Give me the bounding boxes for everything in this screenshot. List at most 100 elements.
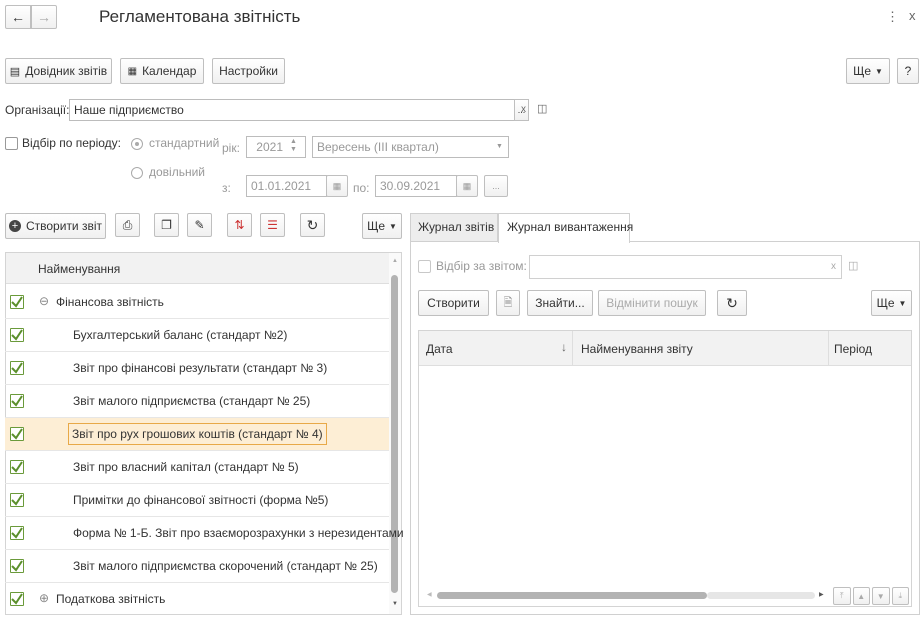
item-checkbox[interactable] [10, 493, 24, 507]
arrow-right-icon: → [37, 9, 51, 25]
item-checkbox[interactable] [10, 361, 24, 375]
item-label: Звіт про фінансові результати (стандарт … [73, 361, 328, 375]
edit-button[interactable]: ✎ [187, 213, 212, 237]
clear-icon[interactable]: x [831, 261, 836, 272]
standard-period-radio[interactable] [131, 138, 143, 150]
column-name-header: Найменування [38, 262, 121, 276]
help-button[interactable]: ? [897, 58, 919, 84]
close-icon[interactable]: x [909, 8, 916, 23]
scroll-down-icon[interactable]: ▼ [392, 601, 398, 607]
tree-item-row[interactable]: Звіт про рух грошових коштів (стандарт №… [5, 418, 389, 451]
group-checkbox[interactable] [10, 295, 24, 309]
open-icon[interactable]: ◫ [848, 259, 858, 272]
scroll-thumb[interactable] [391, 275, 398, 593]
table-icon: ▤ [9, 65, 21, 78]
sort-icon: ⇅ [234, 218, 245, 232]
tree-group-row[interactable]: ⊖ Фінансова звітність [5, 286, 389, 319]
period-select[interactable]: Вересень (III квартал) [312, 136, 509, 158]
upload-table [418, 330, 912, 607]
year-stepper-icon[interactable]: ▲ ▼ [290, 138, 297, 154]
period-filter-checkbox[interactable] [5, 137, 18, 150]
item-checkbox[interactable] [10, 559, 24, 573]
item-checkbox[interactable] [10, 460, 24, 474]
refresh-icon: ↻ [726, 294, 738, 311]
prev-row-button[interactable]: ▲ [852, 587, 870, 605]
group-checkbox[interactable] [10, 592, 24, 606]
calendar-button[interactable]: ▦ Календар [120, 58, 204, 84]
sort-button[interactable]: ⇅ [227, 213, 252, 237]
table-nav-buttons: ⤒ ▲ ▼ ⤓ [833, 587, 909, 605]
arrow-left-icon: ← [11, 9, 25, 25]
scroll-up-icon[interactable]: ▲ [392, 258, 398, 264]
edit-doc-icon: ✎ [194, 218, 205, 232]
create-report-button[interactable]: + Створити звіт [5, 213, 106, 239]
first-row-button[interactable]: ⤒ [833, 587, 851, 605]
collapse-icon[interactable]: ⊖ [39, 294, 49, 308]
year-label: рік: [222, 141, 240, 155]
find-button[interactable]: Знайти... [527, 290, 593, 316]
group-label: Фінансова звітність [56, 295, 164, 309]
print-button[interactable]: ⎙ [115, 213, 140, 237]
tree-item-row[interactable]: Примітки до фінансової звітності (форма … [5, 484, 389, 517]
tree-item-row[interactable]: Звіт про власний капітал (стандарт № 5) [5, 451, 389, 484]
upload-file-button[interactable]: 🗎 [496, 290, 520, 316]
item-checkbox[interactable] [10, 427, 24, 441]
copy-button[interactable]: ❐ [154, 213, 179, 237]
list-button[interactable]: ☰ [260, 213, 285, 237]
from-date-field[interactable]: 01.01.2021 [246, 175, 327, 197]
create-button[interactable]: Створити [418, 290, 489, 316]
year-field[interactable]: 2021 [246, 136, 306, 158]
column-period-header[interactable]: Період [834, 342, 872, 356]
scroll-track [707, 592, 815, 599]
right-more-button[interactable]: Ще ▼ [871, 290, 912, 316]
to-label: по: [353, 181, 370, 195]
clear-icon[interactable]: x [521, 104, 526, 115]
item-checkbox[interactable] [10, 526, 24, 540]
open-icon[interactable]: ◫ [537, 102, 547, 115]
organization-field[interactable]: Наше підприємство [69, 99, 515, 121]
refresh-button[interactable]: ↻ [300, 213, 325, 237]
tree-group-row[interactable]: ⊕ Податкова звітність [5, 583, 389, 616]
tree-item-row[interactable]: Форма № 1-Б. Звіт про взаєморозрахунки з… [5, 517, 404, 550]
forward-button[interactable]: → [31, 5, 57, 29]
next-row-button[interactable]: ▼ [872, 587, 890, 605]
period-select-button[interactable]: ... [484, 175, 508, 197]
chevron-down-icon: ▼ [389, 221, 397, 231]
tree-scrollbar[interactable]: ▲ ▼ [389, 253, 401, 614]
left-more-button[interactable]: Ще ▼ [362, 213, 402, 239]
scroll-right-icon[interactable]: ▶ [819, 591, 824, 598]
item-label: Звіт малого підприємства скорочений (ста… [73, 559, 378, 573]
from-date-calendar-button[interactable]: ▦ [326, 175, 348, 197]
column-report-name-header[interactable]: Найменування звіту [581, 342, 693, 356]
last-row-button[interactable]: ⤓ [891, 587, 909, 605]
tree-item-row[interactable]: Звіт малого підприємства скорочений (ста… [5, 550, 389, 583]
tree-item-row[interactable]: Звіт про фінансові результати (стандарт … [5, 352, 389, 385]
item-label: Звіт про власний капітал (стандарт № 5) [73, 460, 299, 474]
tree-item-row[interactable]: Бухгалтерський баланс (стандарт №2) [5, 319, 389, 352]
item-label: Бухгалтерський баланс (стандарт №2) [73, 328, 288, 342]
horizontal-scrollbar[interactable]: ◀ ▶ [419, 585, 829, 606]
back-button[interactable]: ← [5, 5, 31, 29]
report-filter-field[interactable] [529, 255, 842, 279]
expand-icon[interactable]: ⊕ [39, 591, 49, 605]
item-checkbox[interactable] [10, 394, 24, 408]
column-date-header[interactable]: Дата [426, 342, 453, 356]
chevron-down-icon: ▼ [898, 298, 907, 308]
tree-item-row[interactable]: Звіт малого підприємства (стандарт № 25) [5, 385, 389, 418]
to-date-calendar-button[interactable]: ▦ [456, 175, 478, 197]
refresh-button[interactable]: ↻ [717, 290, 747, 316]
period-dropdown-icon[interactable]: ▼ [496, 143, 503, 150]
more-button[interactable]: Ще ▼ [846, 58, 890, 84]
more-vertical-icon[interactable]: ⋮ [886, 9, 899, 25]
scroll-left-icon[interactable]: ◀ [427, 591, 432, 598]
to-date-field[interactable]: 30.09.2021 [375, 175, 457, 197]
cancel-search-button[interactable]: Відмінити пошук [598, 290, 706, 316]
custom-period-radio[interactable] [131, 167, 143, 179]
copy-icon: ❐ [161, 218, 172, 232]
reports-reference-button[interactable]: ▤ Довідник звітів [5, 58, 112, 84]
settings-button[interactable]: Настройки [212, 58, 285, 84]
report-filter-checkbox[interactable] [418, 260, 431, 273]
scroll-thumb[interactable] [437, 592, 707, 599]
item-checkbox[interactable] [10, 328, 24, 342]
list-icon: ☰ [267, 218, 278, 232]
